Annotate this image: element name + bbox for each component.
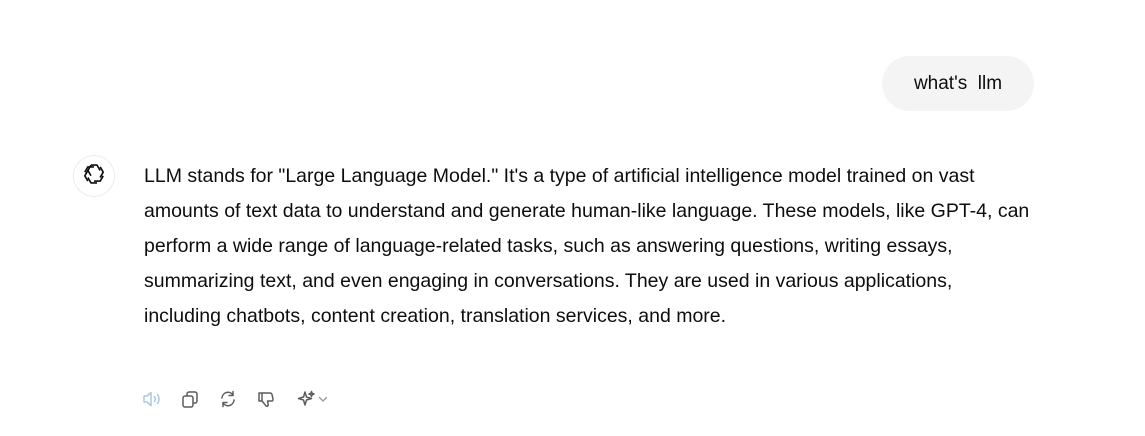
sparkle-icon xyxy=(296,389,316,409)
message-action-bar xyxy=(137,385,333,413)
thumbs-down-button[interactable] xyxy=(251,385,281,413)
copy-icon xyxy=(180,389,200,409)
regenerate-icon xyxy=(218,389,238,409)
user-message-text: what's llm xyxy=(913,72,1003,94)
chevron-down-icon xyxy=(317,393,329,405)
assistant-message-text: LLM stands for "Large Language Model." I… xyxy=(144,165,1030,327)
user-message-bubble: what's llm xyxy=(882,56,1034,111)
regenerate-button[interactable] xyxy=(213,385,243,413)
copy-button[interactable] xyxy=(175,385,205,413)
assistant-avatar xyxy=(73,155,115,197)
chat-page: what's llm LLM stands for "Large Languag… xyxy=(0,0,1145,436)
speaker-icon xyxy=(141,389,163,409)
switch-model-button[interactable] xyxy=(289,385,333,413)
openai-logo-icon xyxy=(81,161,107,192)
read-aloud-button[interactable] xyxy=(137,385,167,413)
thumbs-down-icon xyxy=(256,389,276,409)
